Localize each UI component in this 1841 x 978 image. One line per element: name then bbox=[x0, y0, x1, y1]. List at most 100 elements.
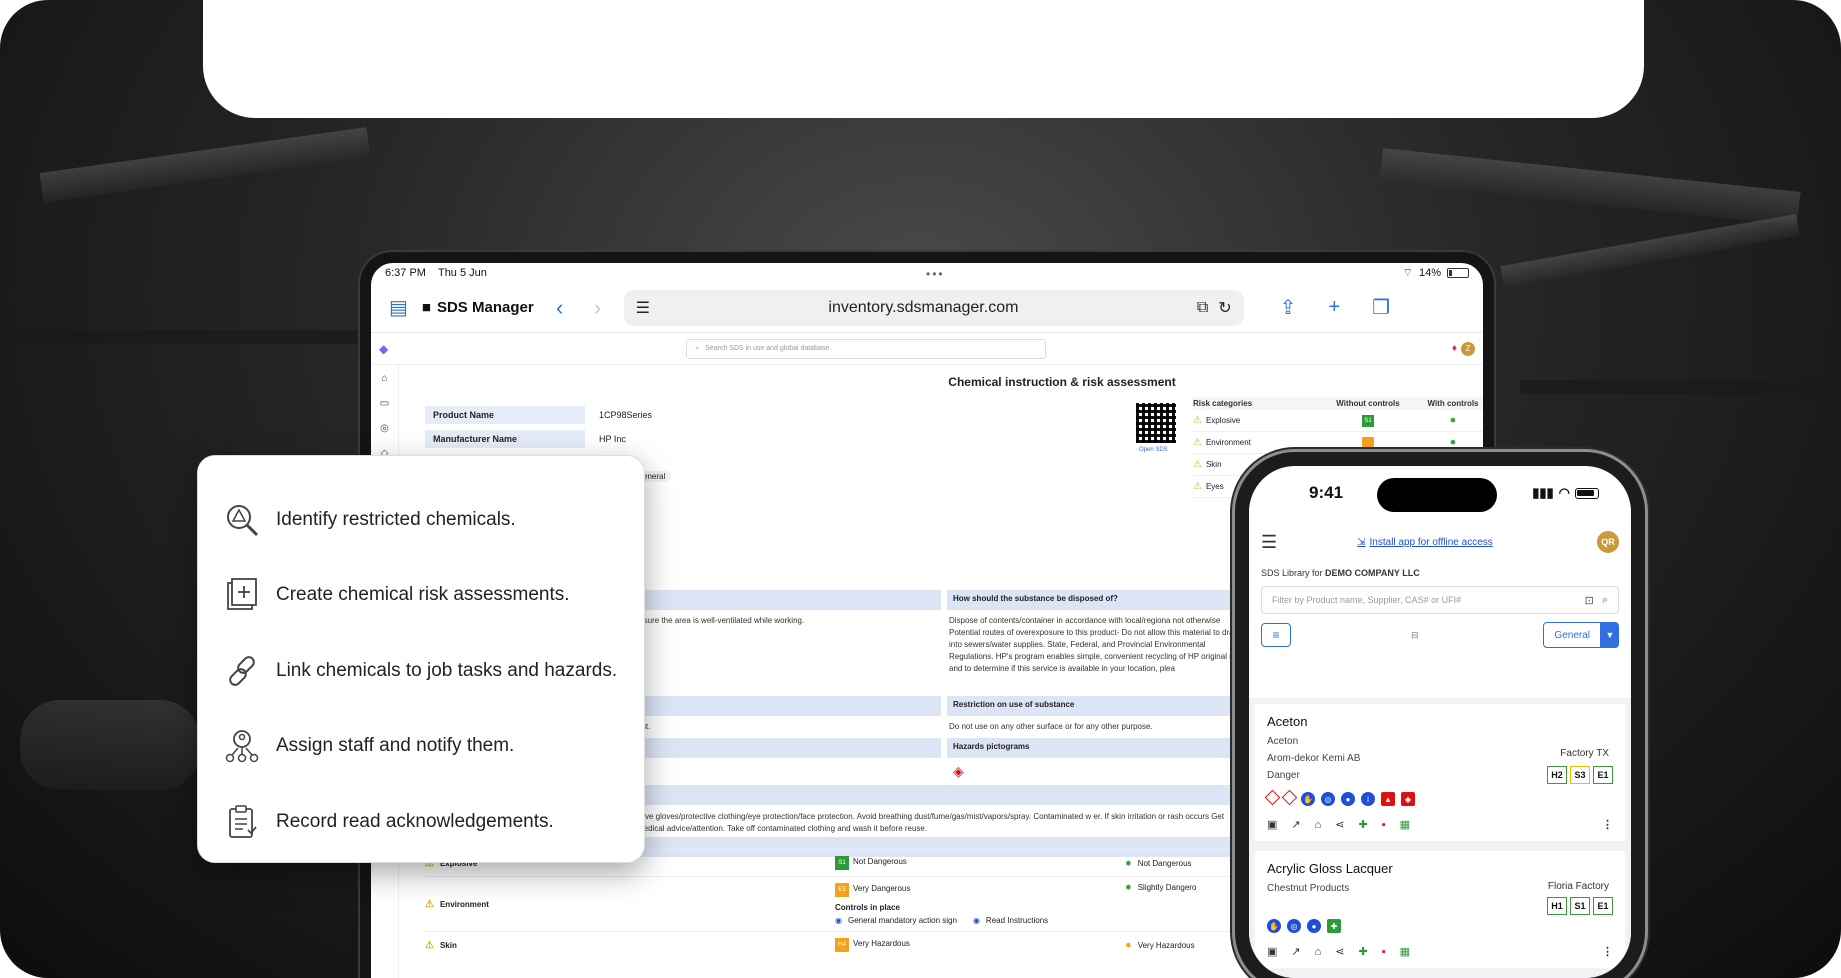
back-button[interactable]: ‹ bbox=[548, 295, 572, 321]
location-icon[interactable]: ◎ bbox=[380, 423, 389, 434]
product-location: Floria Factory bbox=[1547, 881, 1609, 892]
risk-code-badge: E3 bbox=[835, 883, 849, 897]
barcode-icon[interactable]: ⊟ bbox=[1411, 630, 1419, 641]
filter-input[interactable]: Filter by Product name, Supplier, CAS# o… bbox=[1261, 586, 1619, 614]
tab-title[interactable]: ■ SDS Manager bbox=[422, 299, 534, 316]
documents-icon[interactable]: ▭ bbox=[380, 398, 389, 409]
pdf-icon[interactable]: ▣ bbox=[1267, 945, 1277, 958]
share-icon[interactable]: ⋖ bbox=[1335, 945, 1344, 958]
install-app-link[interactable]: ⇲ Install app for offline access bbox=[1357, 537, 1493, 548]
mask-icon: ● bbox=[1307, 919, 1321, 933]
goggles-icon: ◎ bbox=[1287, 919, 1301, 933]
warning-icon: ⚠ bbox=[425, 939, 434, 951]
gloves-icon: ✋ bbox=[1301, 792, 1315, 806]
top-notch bbox=[203, 0, 1644, 118]
notification-icon[interactable]: ♦ bbox=[1452, 343, 1457, 354]
battery-icon bbox=[1575, 487, 1599, 499]
pdf-icon[interactable]: ▣ bbox=[1267, 818, 1277, 831]
app-header: ◆ ⌕ Search SDS in use and global databas… bbox=[371, 333, 1483, 365]
library-line: SDS Library for DEMO COMPANY LLC bbox=[1249, 564, 1631, 586]
feature-text: Record read acknowledgements. bbox=[276, 810, 554, 832]
home-icon[interactable]: ⌂ bbox=[381, 373, 387, 384]
company-name: DEMO COMPANY LLC bbox=[1325, 568, 1420, 578]
gloves-icon: ✋ bbox=[1267, 919, 1281, 933]
risk-code-badge: H4 bbox=[835, 938, 849, 952]
risk-name: Eyes bbox=[1205, 482, 1224, 491]
more-options-icon[interactable]: ⋮ bbox=[1602, 945, 1613, 958]
scan-icon[interactable]: ⊡ bbox=[1585, 594, 1594, 607]
open-sds-link[interactable]: Open SDS bbox=[1139, 447, 1168, 453]
filter-button[interactable]: ≡ bbox=[1261, 623, 1291, 647]
install-link-text: Install app for offline access bbox=[1369, 536, 1493, 548]
tabs-overview-icon[interactable]: ❐ bbox=[1372, 295, 1390, 320]
gear-control-icon: ✹ bbox=[1449, 438, 1457, 447]
tag-icon[interactable]: ⌂ bbox=[1315, 946, 1322, 958]
product-card[interactable]: Aceton Aceton Arom-dekor Kemi AB Danger … bbox=[1255, 704, 1625, 841]
hamburger-menu-icon[interactable]: ☰ bbox=[1261, 532, 1277, 553]
feature-text: Link chemicals to job tasks and hazards. bbox=[276, 659, 618, 681]
phone-status-bar: 9:41 ▮▮▮ ◠ bbox=[1249, 466, 1631, 520]
general-dropdown[interactable]: General ▼ bbox=[1543, 622, 1619, 648]
label-icon[interactable]: ▪ bbox=[1382, 946, 1386, 958]
global-search-input[interactable]: ⌕ Search SDS in use and global database bbox=[686, 338, 1047, 359]
chevron-down-icon: ▼ bbox=[1601, 622, 1619, 648]
feature-item: Create chemical risk assessments. bbox=[222, 558, 620, 634]
status-time: 6:37 PM bbox=[385, 267, 426, 279]
product-card[interactable]: Acrylic Gloss Lacquer Chestnut Products … bbox=[1255, 851, 1625, 968]
page-menu-icon[interactable]: ☰ bbox=[636, 298, 650, 318]
spreadsheet-icon[interactable]: ▦ bbox=[1400, 818, 1410, 831]
risk-level-badge bbox=[1362, 436, 1374, 449]
battery-percent: 14% bbox=[1418, 267, 1441, 279]
share-icon[interactable]: ⇪ bbox=[1280, 295, 1297, 320]
phone-toolbar: ≡ ⊟ General ▼ bbox=[1249, 614, 1631, 656]
spreadsheet-icon[interactable]: ▦ bbox=[1400, 945, 1410, 958]
warning-icon: ⚠ bbox=[1193, 437, 1202, 448]
link-icon bbox=[222, 651, 262, 691]
disposal-text: Dispose of contents/container in accorda… bbox=[949, 616, 1240, 673]
product-name: Aceton bbox=[1267, 714, 1308, 729]
hazard-badges: H1 S1 E1 bbox=[1547, 897, 1613, 915]
feature-item: Identify restricted chemicals. bbox=[222, 482, 620, 558]
risk-header-category: Risk categories bbox=[1193, 399, 1253, 408]
first-aid-icon[interactable]: ✚ bbox=[1359, 945, 1368, 958]
status-date: Thu 5 Jun bbox=[437, 267, 487, 279]
risk-level-badge: S1 bbox=[1362, 414, 1374, 427]
open-icon[interactable]: ↗ bbox=[1291, 818, 1300, 831]
product-row: Manufacturer Name HP Inc bbox=[425, 427, 1025, 451]
new-tab-icon[interactable]: + bbox=[1328, 296, 1340, 319]
risk-name: Skin bbox=[439, 940, 457, 950]
phone-screen: 9:41 ▮▮▮ ◠ ☰ ⇲ Install app for offline a… bbox=[1249, 466, 1631, 978]
control-item: General mandatory action sign bbox=[847, 916, 957, 925]
sidebar-toggle-icon[interactable]: ▤ bbox=[389, 295, 408, 320]
open-icon[interactable]: ↗ bbox=[1291, 945, 1300, 958]
first-aid-icon[interactable]: ✚ bbox=[1359, 818, 1368, 831]
reload-icon[interactable]: ↻ bbox=[1218, 298, 1231, 318]
gear-control-icon: ✹ bbox=[1125, 940, 1132, 950]
reader-icon[interactable]: ⧉ bbox=[1197, 299, 1208, 317]
tag-icon[interactable]: ⌂ bbox=[1315, 819, 1322, 831]
user-avatar[interactable]: QR bbox=[1597, 531, 1619, 553]
section-header bbox=[631, 785, 1247, 805]
user-avatar[interactable]: Z bbox=[1461, 341, 1475, 356]
forward-button[interactable]: › bbox=[586, 295, 610, 321]
risk-code-badge: S1 bbox=[835, 856, 849, 870]
search-icon[interactable]: ⌕ bbox=[1602, 594, 1608, 607]
feature-list-card: Identify restricted chemicals. Create ch… bbox=[197, 455, 645, 863]
app-logo-icon[interactable]: ◆ bbox=[379, 342, 388, 356]
address-bar[interactable]: ☰ inventory.sdsmanager.com ⧉ ↻ bbox=[623, 289, 1244, 326]
warning-icon: ⚠ bbox=[1193, 459, 1202, 470]
multitask-dots-icon[interactable]: ••• bbox=[926, 267, 945, 281]
product-list: Aceton Aceton Arom-dekor Kemi AB Danger … bbox=[1249, 698, 1631, 978]
flame-hazard-icon bbox=[1264, 789, 1281, 806]
more-options-icon[interactable]: ⋮ bbox=[1602, 818, 1613, 831]
risk-without-label: Very Hazardous bbox=[853, 939, 910, 948]
label-icon[interactable]: ▪ bbox=[1382, 819, 1386, 831]
share-icon[interactable]: ⋖ bbox=[1335, 818, 1344, 831]
controls-label: Controls in place bbox=[835, 903, 900, 912]
feature-item: Link chemicals to job tasks and hazards. bbox=[222, 633, 620, 709]
product-name: Acrylic Gloss Lacquer bbox=[1267, 861, 1393, 876]
section-header bbox=[631, 696, 941, 716]
risk-name: Explosive bbox=[1205, 416, 1241, 425]
browser-toolbar: ▤ ■ SDS Manager ‹ › ☰ inventory.sdsmanag… bbox=[371, 283, 1483, 333]
wifi-icon: ◠ bbox=[1558, 485, 1570, 500]
